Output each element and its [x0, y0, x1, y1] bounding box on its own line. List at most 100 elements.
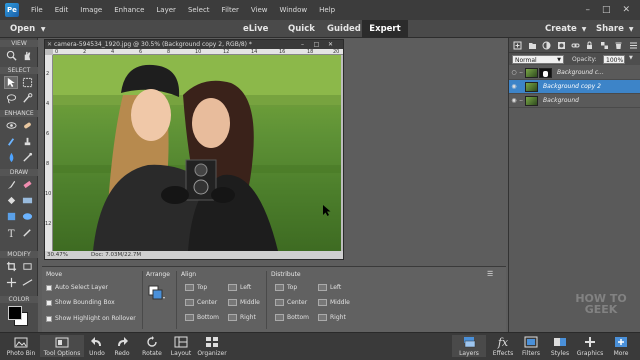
spot-healing-icon[interactable]: [20, 119, 34, 132]
tool-options-menu-icon[interactable]: ☰: [487, 270, 493, 278]
distribute-right-button[interactable]: Right: [318, 314, 346, 321]
toolbox-section-enhance: ENHANCE: [0, 110, 38, 117]
paint-bucket-icon[interactable]: [4, 194, 18, 207]
eraser-tool-icon[interactable]: [20, 178, 34, 191]
menu-edit[interactable]: Edit: [49, 0, 75, 20]
eye-icon[interactable]: ◉: [509, 83, 519, 90]
menu-help[interactable]: Help: [313, 0, 341, 20]
document-restore-icon[interactable]: □: [311, 40, 322, 49]
new-layer-icon[interactable]: [513, 40, 522, 50]
layer-row[interactable]: ◉ ∼ Background: [509, 94, 640, 108]
pencil-tool-icon[interactable]: [20, 226, 34, 239]
layer-row[interactable]: ○ ∼ Background c...: [509, 66, 640, 80]
more-button[interactable]: More: [602, 335, 640, 357]
layer-row-selected[interactable]: ◉ Background copy 2: [509, 80, 640, 94]
checkbox[interactable]: [46, 299, 52, 306]
delete-layer-icon[interactable]: [614, 40, 623, 50]
clone-stamp-icon[interactable]: [20, 135, 34, 148]
checkbox[interactable]: [46, 315, 52, 322]
move-tool-icon[interactable]: [4, 76, 18, 89]
zoom-tool-icon[interactable]: [4, 49, 18, 62]
ellipse-shape-icon[interactable]: [20, 210, 34, 223]
tab-elive[interactable]: eLive: [243, 20, 268, 38]
link-icon[interactable]: [571, 40, 580, 50]
organizer-button[interactable]: Organizer: [193, 335, 231, 357]
distribute-top-icon: [275, 284, 284, 291]
create-button[interactable]: Create ▼: [545, 20, 586, 38]
blur-tool-icon[interactable]: [4, 151, 18, 164]
hand-tool-icon[interactable]: [20, 49, 34, 62]
distribute-middle-button[interactable]: Middle: [318, 299, 350, 306]
gradient-tool-icon[interactable]: [20, 194, 34, 207]
zoom-level[interactable]: 30.47%: [47, 251, 68, 259]
lock-all-icon[interactable]: [585, 40, 594, 50]
panel-menu-icon[interactable]: [629, 40, 638, 50]
menu-select[interactable]: Select: [182, 0, 216, 20]
new-group-icon[interactable]: [527, 40, 536, 50]
lock-transparent-icon[interactable]: [600, 40, 609, 50]
shape-tool-icon[interactable]: [4, 210, 18, 223]
graphics-label: Graphics: [576, 350, 604, 357]
tool-options-label: Tool Options: [43, 350, 81, 357]
distribute-center-button[interactable]: Center: [275, 299, 307, 306]
close-icon[interactable]: ✕: [622, 5, 630, 15]
align-bottom-button[interactable]: Bottom: [185, 314, 219, 321]
tab-guided[interactable]: Guided: [327, 20, 361, 38]
eye-icon[interactable]: ◉: [509, 97, 519, 104]
smart-brush-icon[interactable]: [4, 135, 18, 148]
sponge-tool-icon[interactable]: [20, 151, 34, 164]
document-canvas-photo[interactable]: [53, 55, 341, 251]
eye-hidden-icon[interactable]: ○: [509, 69, 519, 76]
menu-enhance[interactable]: Enhance: [108, 0, 150, 20]
align-left-button[interactable]: Left: [228, 284, 251, 291]
eye-tool-icon[interactable]: [4, 119, 18, 132]
share-button[interactable]: Share ▼: [596, 20, 633, 38]
menu-image[interactable]: Image: [74, 0, 108, 20]
open-button[interactable]: Open ▼: [10, 20, 45, 38]
opacity-input[interactable]: 100%: [603, 55, 625, 64]
document-close-window-icon[interactable]: ✕: [325, 40, 336, 49]
content-aware-move-icon[interactable]: [4, 276, 18, 289]
recompose-tool-icon[interactable]: [20, 260, 34, 273]
tab-expert[interactable]: Expert: [362, 20, 408, 38]
distribute-bottom-button[interactable]: Bottom: [275, 314, 309, 321]
menu-view[interactable]: View: [245, 0, 274, 20]
document-minimize-icon[interactable]: –: [297, 40, 308, 49]
distribute-top-button[interactable]: Top: [275, 284, 297, 291]
layers-label: Layers: [459, 350, 479, 357]
align-center-button[interactable]: Center: [185, 299, 217, 306]
align-right-button[interactable]: Right: [228, 314, 256, 321]
tab-quick[interactable]: Quick: [288, 20, 315, 38]
foreground-color-swatch[interactable]: [8, 306, 22, 320]
auto-select-layer-option[interactable]: Auto Select Layer: [46, 284, 108, 291]
menu-window[interactable]: Window: [274, 0, 314, 20]
type-tool-icon[interactable]: T: [4, 226, 18, 239]
quick-selection-tool-icon[interactable]: [20, 92, 34, 105]
menu-filter[interactable]: Filter: [216, 0, 245, 20]
checkbox[interactable]: [46, 284, 52, 291]
show-highlight-option[interactable]: Show Highlight on Rollover: [46, 315, 136, 322]
maximize-icon[interactable]: □: [602, 5, 611, 15]
photo-bin-button[interactable]: Photo Bin: [2, 335, 40, 357]
adjustment-layer-icon[interactable]: [542, 40, 551, 50]
layer-mask-icon[interactable]: [556, 40, 565, 50]
distribute-left-button[interactable]: Left: [318, 284, 341, 291]
crop-tool-icon[interactable]: [4, 260, 18, 273]
show-bounding-box-option[interactable]: Show Bounding Box: [46, 299, 115, 306]
straighten-tool-icon[interactable]: [20, 276, 34, 289]
menu-layer[interactable]: Layer: [150, 0, 182, 20]
brush-tool-icon[interactable]: [4, 178, 18, 191]
arrange-dropdown[interactable]: [148, 285, 166, 301]
document-close-icon[interactable]: ✕: [47, 41, 52, 48]
marquee-tool-icon[interactable]: [20, 76, 34, 89]
minimize-icon[interactable]: –: [585, 5, 590, 15]
layers-button[interactable]: Layers: [452, 335, 486, 357]
lasso-tool-icon[interactable]: [4, 92, 18, 105]
menu-file[interactable]: File: [25, 0, 49, 20]
blend-mode-select[interactable]: Normal ▼: [512, 55, 564, 64]
align-top-button[interactable]: Top: [185, 284, 207, 291]
chevron-down-icon[interactable]: ▼: [629, 55, 633, 61]
align-middle-button[interactable]: Middle: [228, 299, 260, 306]
distribute-left-label: Left: [330, 284, 342, 291]
layer-mask-thumbnail: [539, 67, 552, 78]
